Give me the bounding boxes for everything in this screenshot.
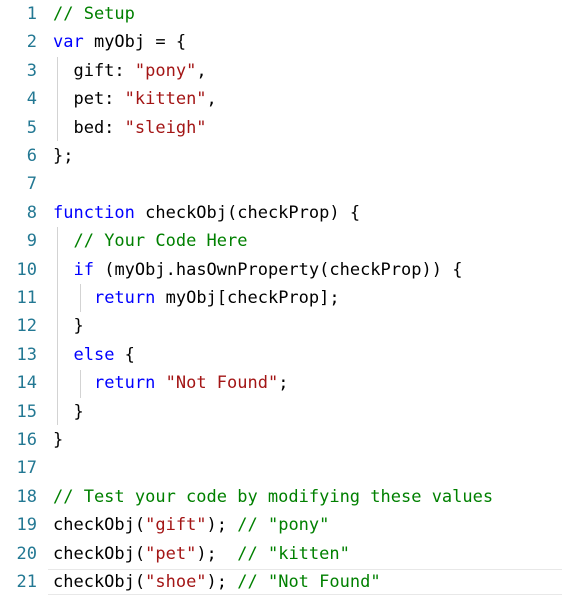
code-line[interactable]: return myObj[checkProp]; [0,284,562,312]
code-line-text: // Test your code by modifying these val… [53,483,493,511]
code-line[interactable]: function checkObj(checkProp) { [0,199,562,227]
code-line[interactable]: else { [0,341,562,369]
code-line[interactable]: } [0,312,562,340]
code-line-text: checkObj("shoe"); // "Not Found" [53,568,381,596]
code-line-text: bed: "sleigh" [53,114,207,142]
code-line[interactable]: if (myObj.hasOwnProperty(checkProp)) { [0,256,562,284]
code-token-string: "shoe" [145,572,207,592]
code-line-text: return myObj[checkProp]; [53,284,340,312]
code-token-text: checkObj( [53,543,146,564]
code-line[interactable]: bed: "sleigh" [0,114,562,142]
code-line[interactable]: // Setup [0,0,562,28]
code-token-keyword: else [73,344,115,365]
code-line[interactable]: checkObj("gift"); // "pony" [0,511,562,539]
code-line-text: function checkObj(checkProp) { [53,199,360,227]
code-token-string: "Not Found" [165,373,279,394]
code-line[interactable]: checkObj("pet"); // "kitten" [0,540,562,568]
code-line[interactable]: // Your Code Here [0,227,562,255]
code-line-text: } [53,426,63,454]
code-token-keyword: if [73,259,94,280]
code-token-comment: // Test your code by modifying these val… [53,486,494,507]
code-token-text: } [53,316,84,337]
code-line-text: checkObj("pet"); // "kitten" [53,540,350,568]
code-token-text: ; [278,373,289,394]
code-token-comment: // Your Code Here [73,231,248,252]
code-line-text: var myObj = { [53,28,186,56]
code-token-text: ); [206,515,238,536]
code-line[interactable]: return "Not Found"; [0,369,562,397]
code-line[interactable]: } [0,398,562,426]
code-token-text: }; [53,146,74,166]
code-line-text: checkObj("gift"); // "pony" [53,511,329,539]
code-line-text: } [53,312,84,340]
code-line-text: gift: "pony", [53,57,207,85]
code-token-text: myObj = { [83,32,187,53]
code-line[interactable]: var myObj = { [0,28,562,56]
code-token-comment: // Setup [53,4,135,24]
code-line-text: return "Not Found"; [53,369,289,397]
code-line-text: } [53,398,84,426]
code-token-text: , [196,60,207,81]
code-token-keyword: return [93,288,156,308]
code-line-text: else { [53,341,135,369]
code-editor[interactable]: 1 2 3 4 5 6 7 8 9 10 11 12 13 14 15 16 17 18 19 20 21 // Set… [0,0,562,607]
code-line[interactable]: checkObj("shoe"); // "Not Found" [0,568,562,596]
code-token-text: ); [206,572,238,592]
code-line[interactable]: pet: "kitten", [0,85,562,113]
code-line-text: // Setup [53,0,135,28]
code-token-comment: // "kitten" [237,543,350,564]
code-token-string: "kitten" [124,89,207,110]
code-token-string: "sleigh" [124,117,207,138]
code-token-keyword: return [93,373,156,394]
code-line[interactable] [0,454,562,482]
code-token-string: "pet" [145,543,197,564]
code-line[interactable]: gift: "pony", [0,57,562,85]
code-line-text: }; [53,142,73,170]
code-token-comment: // "Not Found" [237,572,381,592]
code-line[interactable] [0,170,562,198]
code-token-text: bed: [53,117,125,138]
code-line-text: if (myObj.hasOwnProperty(checkProp)) { [53,256,462,284]
code-token-text: , [206,89,217,110]
code-token-text: } [53,430,64,450]
code-line-text: // Your Code Here [53,227,247,255]
code-token-text: checkObj( [53,572,146,592]
code-line[interactable]: }; [0,142,562,170]
code-token-text: myObj[checkProp]; [155,288,340,308]
code-line[interactable]: } [0,426,562,454]
code-token-text: } [53,401,84,422]
code-token-text: checkObj( [53,515,146,536]
code-token-keyword: function [53,202,135,223]
code-token-text: (myObj.hasOwnProperty(checkProp)) { [93,259,463,280]
code-token-string: "pony" [134,60,197,81]
code-token-text: checkObj(checkProp) { [134,202,361,223]
code-token-keyword: var [53,32,84,53]
code-line-text: pet: "kitten", [53,85,217,113]
code-token-text: ); [196,543,238,564]
code-token-text: gift: [53,60,135,81]
code-token-comment: // "pony" [237,515,330,536]
code-area[interactable]: // Setup var myObj = { gift: "pony", pet:… [0,0,562,607]
code-token-string: "gift" [145,515,207,536]
code-token-text: { [114,344,135,365]
code-line[interactable]: // Test your code by modifying these val… [0,483,562,511]
code-token-text: pet: [53,89,125,110]
